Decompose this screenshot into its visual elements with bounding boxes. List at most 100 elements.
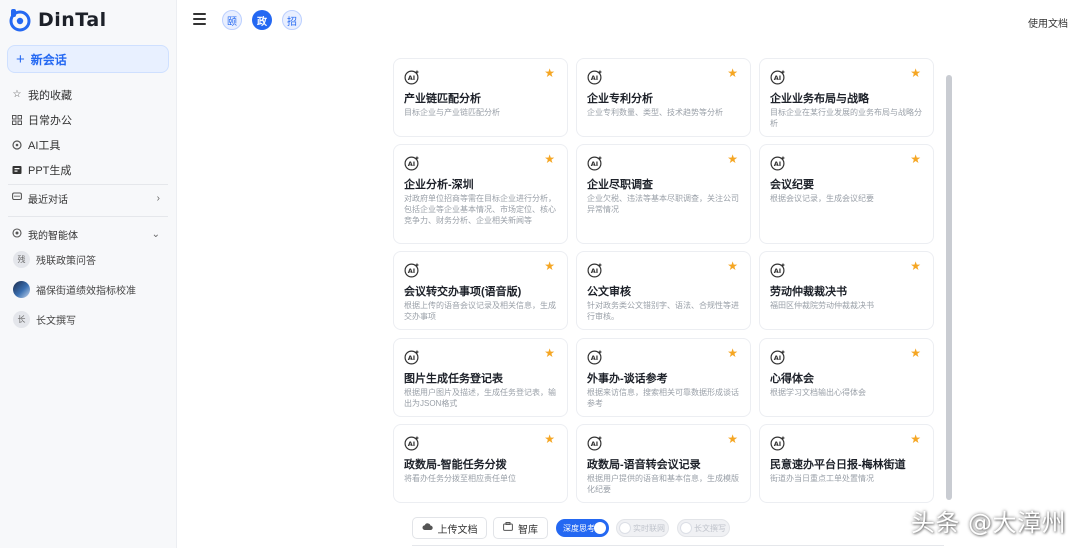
agent-item[interactable]: 长 长文撰写 [13, 309, 163, 329]
card-title: 政数局-语音转会议记录 [587, 459, 701, 471]
header-chip-active[interactable]: 政 [252, 10, 272, 30]
agent-card[interactable]: AI ★ 企业分析-深圳 对政府单位招商等需在目标企业进行分析，包括企业等企业基本情况… [393, 144, 568, 244]
star-filled-icon[interactable]: ★ [544, 67, 555, 79]
avatar: 长 [13, 310, 30, 328]
ai-sparkle-icon: AI [770, 435, 786, 451]
sidebar-item-ppt[interactable]: PPT生成 [12, 157, 162, 182]
ai-sparkle-icon: AI [404, 69, 420, 85]
svg-text:AI: AI [408, 440, 415, 448]
star-filled-icon[interactable]: ★ [544, 433, 555, 445]
library-button[interactable]: 智库 [493, 517, 548, 539]
toggle-knob [619, 522, 631, 534]
svg-text:AI: AI [591, 74, 598, 82]
agent-card[interactable]: AI ★ 企业专利分析 企业专利数量、类型、技术趋势等分析 [576, 58, 751, 137]
star-filled-icon[interactable]: ★ [544, 260, 555, 272]
card-description: 根据学习文档输出心得体会 [770, 388, 866, 397]
docs-link[interactable]: 使用文档 [1028, 15, 1068, 30]
agent-label: 福保街道绩效指标校准 [36, 285, 136, 297]
sidebar-item-office[interactable]: 日常办公 [12, 107, 162, 132]
sidebar: DinTal + 新会话 ☆ 我的收藏 日常办公 AI工具 PPT生成 最近对话… [0, 0, 177, 548]
sidebar-item-ai-tools[interactable]: AI工具 [12, 132, 162, 157]
card-description: 企业专利数量、类型、技术趋势等分析 [587, 108, 723, 117]
app-logo[interactable]: DinTal [8, 8, 107, 32]
agent-icon [12, 227, 22, 241]
recent-chats-section[interactable]: 最近对话 › [12, 189, 160, 207]
agent-card[interactable]: AI ★ 会议转交办事项(语音版) 根据上传的语音会议记录及相关信息，生成交办事项 [393, 251, 568, 330]
web-search-toggle[interactable]: 实时联网 [616, 519, 669, 537]
card-description: 福田区仲裁院劳动仲裁裁决书 [770, 301, 874, 310]
agent-item[interactable]: 福保街道绩效指标校准 [13, 279, 163, 299]
agent-card[interactable]: AI ★ 产业链匹配分析 目标企业与产业链匹配分析 [393, 58, 568, 137]
new-chat-button[interactable]: + 新会话 [7, 45, 169, 73]
agent-card[interactable]: AI ★ 图片生成任务登记表 根据用户图片及描述，生成任务登记表，输出为JSON格式 [393, 338, 568, 417]
svg-text:AI: AI [591, 267, 598, 275]
card-title: 图片生成任务登记表 [404, 373, 503, 385]
logo-text: DinTal [38, 9, 107, 31]
card-description: 根据来访信息，搜索相关可靠数据形成谈话参考 [587, 388, 739, 408]
menu-toggle-icon[interactable] [193, 13, 206, 25]
star-filled-icon[interactable]: ★ [727, 260, 738, 272]
agent-card[interactable]: AI ★ 心得体会 根据学习文档输出心得体会 [759, 338, 934, 417]
ai-sparkle-icon: AI [770, 155, 786, 171]
svg-text:AI: AI [408, 160, 415, 168]
star-filled-icon[interactable]: ★ [544, 153, 555, 165]
deep-think-toggle[interactable]: 深度思考 [556, 519, 609, 537]
card-title: 企业业务布局与战略 [770, 93, 869, 105]
ai-sparkle-icon: AI [404, 349, 420, 365]
toggle-knob [594, 522, 606, 534]
star-filled-icon[interactable]: ★ [544, 347, 555, 359]
star-filled-icon[interactable]: ★ [727, 433, 738, 445]
star-filled-icon[interactable]: ★ [727, 153, 738, 165]
agent-card[interactable]: AI ★ 劳动仲裁裁决书 福田区仲裁院劳动仲裁裁决书 [759, 251, 934, 330]
agent-card[interactable]: AI ★ 公文审核 针对政务类公文错别字、语法、合规性等进行审核。 [576, 251, 751, 330]
toggle-label: 深度思考 [563, 523, 595, 533]
upload-doc-button[interactable]: 上传文档 [412, 517, 487, 539]
svg-text:AI: AI [591, 354, 598, 362]
sidebar-divider [8, 184, 168, 185]
my-agents-label: 我的智能体 [28, 230, 78, 242]
svg-text:AI: AI [774, 440, 781, 448]
agent-card[interactable]: AI ★ 政数局-智能任务分拨 将看办任务分拨至相应责任单位 [393, 424, 568, 503]
scrollbar-thumb[interactable] [946, 75, 952, 500]
star-filled-icon[interactable]: ★ [910, 260, 921, 272]
sidebar-nav: ☆ 我的收藏 日常办公 AI工具 PPT生成 [12, 82, 162, 182]
agent-card[interactable]: AI ★ 企业尽职调查 企业欠税、违法等基本尽职调查，关注公司异常情况 [576, 144, 751, 244]
card-description: 目标企业与产业链匹配分析 [404, 108, 500, 117]
recent-chats-label: 最近对话 [28, 194, 68, 206]
star-filled-icon[interactable]: ★ [727, 67, 738, 79]
agent-item[interactable]: 残 残联政策问答 [13, 249, 163, 269]
star-filled-icon[interactable]: ★ [910, 433, 921, 445]
long-writing-toggle[interactable]: 长文撰写 [677, 519, 730, 537]
ai-sparkle-icon: AI [404, 262, 420, 278]
header-chip[interactable]: 招 [282, 10, 302, 30]
card-description: 将看办任务分拨至相应责任单位 [404, 474, 516, 483]
agent-card[interactable]: AI ★ 民意速办平台日报-梅林街道 街道办当日重点工单处置情况 [759, 424, 934, 503]
card-title: 政数局-智能任务分拨 [404, 459, 507, 471]
star-filled-icon[interactable]: ★ [910, 347, 921, 359]
my-agents-section[interactable]: 我的智能体 ⌄ [12, 225, 160, 243]
agent-card-grid: AI ★ 产业链匹配分析 目标企业与产业链匹配分析 AI ★ 企业专利分析 企业专利数量、类型… [393, 58, 935, 508]
ai-sparkle-icon: AI [404, 435, 420, 451]
agent-card[interactable]: AI ★ 外事办-谈话参考 根据来访信息，搜索相关可靠数据形成谈话参考 [576, 338, 751, 417]
toggle-label: 长文撰写 [694, 523, 726, 533]
star-filled-icon[interactable]: ★ [910, 153, 921, 165]
star-filled-icon[interactable]: ★ [727, 347, 738, 359]
avatar [13, 280, 30, 298]
card-description: 根据上传的语音会议记录及相关信息，生成交办事项 [404, 301, 556, 321]
card-title: 民意速办平台日报-梅林街道 [770, 459, 906, 471]
agent-card[interactable]: AI ★ 政数局-语音转会议记录 根据用户提供的语音和基本信息，生成模版化纪要 [576, 424, 751, 503]
agent-card[interactable]: AI ★ 会议纪要 根据会议记录，生成会议纪要 [759, 144, 934, 244]
ai-tool-icon [12, 139, 22, 150]
ai-sparkle-icon: AI [770, 349, 786, 365]
svg-text:AI: AI [591, 160, 598, 168]
star-filled-icon[interactable]: ★ [910, 67, 921, 79]
card-description: 根据会议记录，生成会议纪要 [770, 194, 874, 203]
ai-sparkle-icon: AI [587, 262, 603, 278]
sidebar-item-favorites[interactable]: ☆ 我的收藏 [12, 82, 162, 107]
upload-doc-label: 上传文档 [437, 524, 478, 536]
card-title: 企业分析-深圳 [404, 179, 474, 191]
agent-card[interactable]: AI ★ 企业业务布局与战略 目标企业在某行业发展的业务布局与战略分析 [759, 58, 934, 137]
header-chip[interactable]: 颐 [222, 10, 242, 30]
card-description: 针对政务类公文错别字、语法、合规性等进行审核。 [587, 301, 739, 321]
card-title: 会议转交办事项(语音版) [404, 286, 522, 298]
